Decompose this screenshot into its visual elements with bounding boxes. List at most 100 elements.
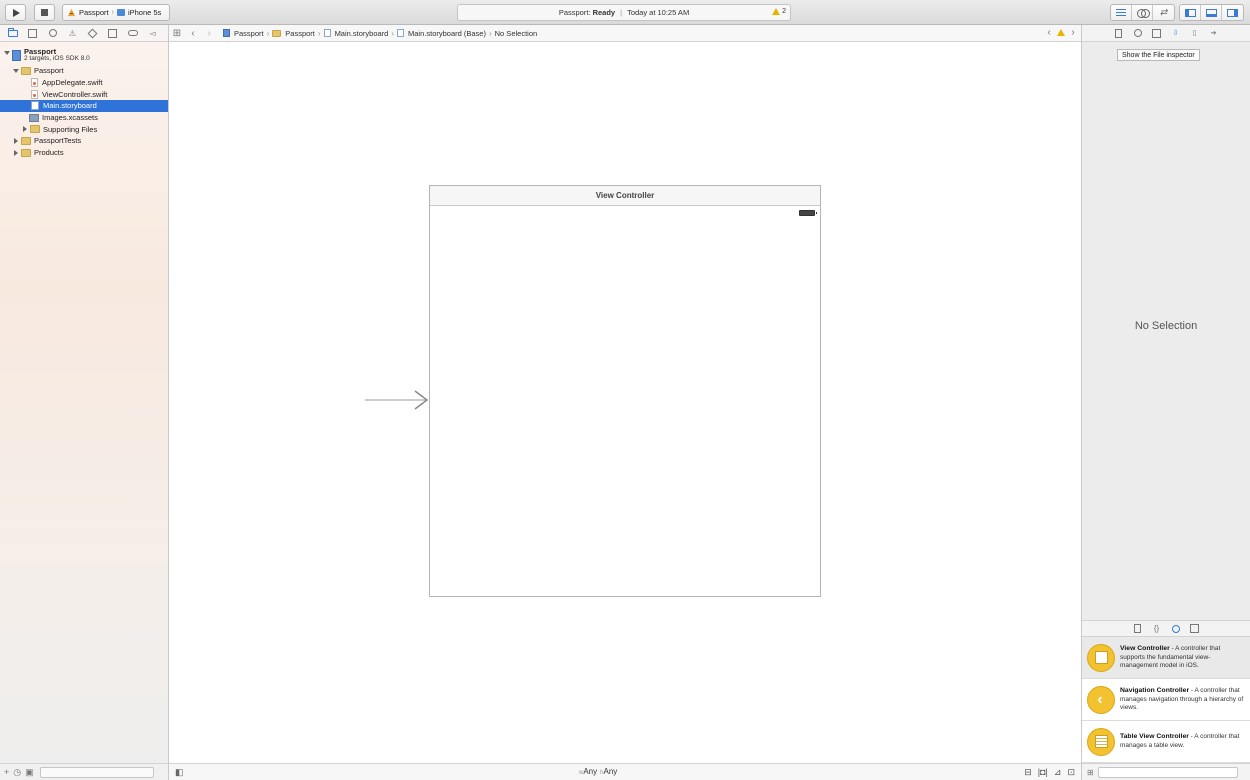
tree-item-main-storyboard[interactable]: Main.storyboard [0,100,168,112]
crumb-localization[interactable]: Main.storyboard (Base) [397,29,486,38]
scheme-device-label: iPhone 5s [127,8,162,17]
disclosure-closed-icon[interactable] [14,149,18,156]
connections-inspector-tab[interactable]: ➔ [1209,28,1219,38]
tree-item-label: Images.xcassets [42,113,98,123]
tree-item-label: Products [34,148,64,158]
library-item-view-controller[interactable]: View Controller - A controller that supp… [1082,637,1250,679]
identity-inspector-tab[interactable] [1152,28,1162,38]
symbol-navigator-tab[interactable] [26,27,39,39]
report-bubble-icon: ◅ [149,28,156,38]
file-inspector-tab[interactable] [1114,28,1124,38]
warning-count: 2 [782,8,786,15]
library-item-table-view-controller[interactable]: Table View Controller - A controller tha… [1082,721,1250,763]
breakpoint-icon [127,30,138,36]
utilities-toggle-button[interactable] [1222,5,1243,20]
standard-editor-button[interactable] [1111,5,1132,20]
test-navigator-tab[interactable] [86,27,99,39]
find-navigator-tab[interactable] [46,27,59,39]
utilities-toggle-icon [1227,8,1238,17]
quick-help-tab[interactable] [1133,28,1143,38]
related-items-button[interactable]: ⊞ [169,28,185,39]
forward-button[interactable]: › [201,28,217,39]
library-tabs: {} [1082,620,1250,637]
disclosure-open-icon[interactable] [13,69,19,73]
previous-issue-button[interactable]: ‹ [1045,27,1053,38]
run-button[interactable] [5,4,26,21]
stop-button[interactable] [34,4,55,21]
project-root-row[interactable]: Passport 2 targets, iOS SDK 8.0 [0,45,168,65]
debug-gauge-icon [108,28,117,38]
project-navigator-tab[interactable] [6,27,19,39]
scheme-project-label: Passport [79,8,109,17]
activity-time: Today at 10:25 AM [627,8,690,17]
warning-icon[interactable] [1057,29,1065,36]
storyboard-canvas[interactable]: View Controller [169,42,1081,763]
file-template-library-tab[interactable] [1133,624,1143,634]
align-button[interactable]: ⊟ [1024,767,1032,778]
resolve-issues-button[interactable]: ⊿ [1054,767,1062,778]
view-controller-scene[interactable]: View Controller [429,185,821,597]
group-folder-icon [21,148,31,157]
crumb-file[interactable]: Main.storyboard [323,29,388,38]
swift-file-icon [31,89,38,99]
library-item-text: Navigation Controller - A controller tha… [1120,687,1245,712]
library-filter-input[interactable] [1097,766,1238,778]
chevron-right-icon: › [317,28,321,38]
library-item-navigation-controller[interactable]: ‹ Navigation Controller - A controller t… [1082,679,1250,721]
version-editor-button[interactable]: ⇄ [1153,5,1174,20]
crumb-selection[interactable]: No Selection [495,29,538,38]
chevron-right-icon: › [391,28,395,38]
assistant-editor-button[interactable] [1132,5,1153,20]
disclosure-closed-icon[interactable] [23,126,27,133]
scm-filter-icon[interactable]: ▣ [25,767,34,778]
size-inspector-tab[interactable]: ▯ [1190,28,1200,38]
warning-badge[interactable]: 2 [772,8,786,15]
scene-title[interactable]: View Controller [430,186,820,206]
disclosure-open-icon[interactable] [4,51,10,55]
symbol-icon [28,28,37,38]
grid-view-icon[interactable]: ⊞ [1087,768,1094,777]
test-icon [87,28,98,38]
asset-catalog-icon [29,113,39,122]
crumb-project[interactable]: Passport [223,29,264,38]
next-issue-button[interactable]: › [1069,27,1077,38]
crumb-label: Main.storyboard (Base) [408,28,486,38]
debug-area-toggle-icon [1205,8,1217,17]
debug-area-toggle-button[interactable] [1201,5,1222,20]
table-view-controller-icon [1087,727,1115,756]
tree-item-products[interactable]: Products [0,147,168,159]
tree-item-images-xcassets[interactable]: Images.xcassets [0,112,168,124]
recent-files-icon[interactable]: ◷ [13,767,21,778]
issue-navigator-tab[interactable]: ⚠ [66,27,79,39]
xcode-hammer-icon [67,8,76,17]
code-snippet-library-tab[interactable]: {} [1152,624,1162,634]
navigator-filter-input[interactable] [39,766,154,778]
tree-item-label: Passport [34,66,64,76]
folder-icon [7,27,18,37]
document-outline-toggle-button[interactable]: ◧ [175,767,184,778]
tree-item-passporttests[interactable]: PassportTests [0,135,168,147]
crumb-group[interactable]: Passport [272,29,315,38]
device-icon [116,9,125,16]
size-class-control[interactable]: wAny hAny [579,767,617,776]
tree-item-passport-group[interactable]: Passport [0,65,168,77]
media-library-tab[interactable] [1190,624,1200,634]
resizing-behavior-button[interactable]: ⊡ [1067,767,1075,778]
debug-navigator-tab[interactable] [106,27,119,39]
pin-button[interactable]: |◘| [1038,767,1048,778]
crumb-label: No Selection [494,28,538,38]
battery-icon [799,210,817,216]
add-file-button[interactable]: + [4,767,9,777]
report-navigator-tab[interactable]: ◅ [146,27,159,39]
navigator-toggle-button[interactable] [1180,5,1201,20]
initial-view-controller-arrow-icon[interactable] [365,390,429,410]
tree-item-supporting-files[interactable]: Supporting Files [0,123,168,135]
disclosure-closed-icon[interactable] [14,138,18,145]
attributes-inspector-tab[interactable]: ⇩ [1171,28,1181,38]
breakpoint-navigator-tab[interactable] [126,27,139,39]
scheme-selector[interactable]: Passport › iPhone 5s [62,4,170,21]
object-library-tab[interactable] [1171,624,1181,634]
tree-item-viewcontroller[interactable]: ViewController.swift [0,88,168,100]
tree-item-appdelegate[interactable]: AppDelegate.swift [0,77,168,89]
back-button[interactable]: ‹ [185,28,201,39]
